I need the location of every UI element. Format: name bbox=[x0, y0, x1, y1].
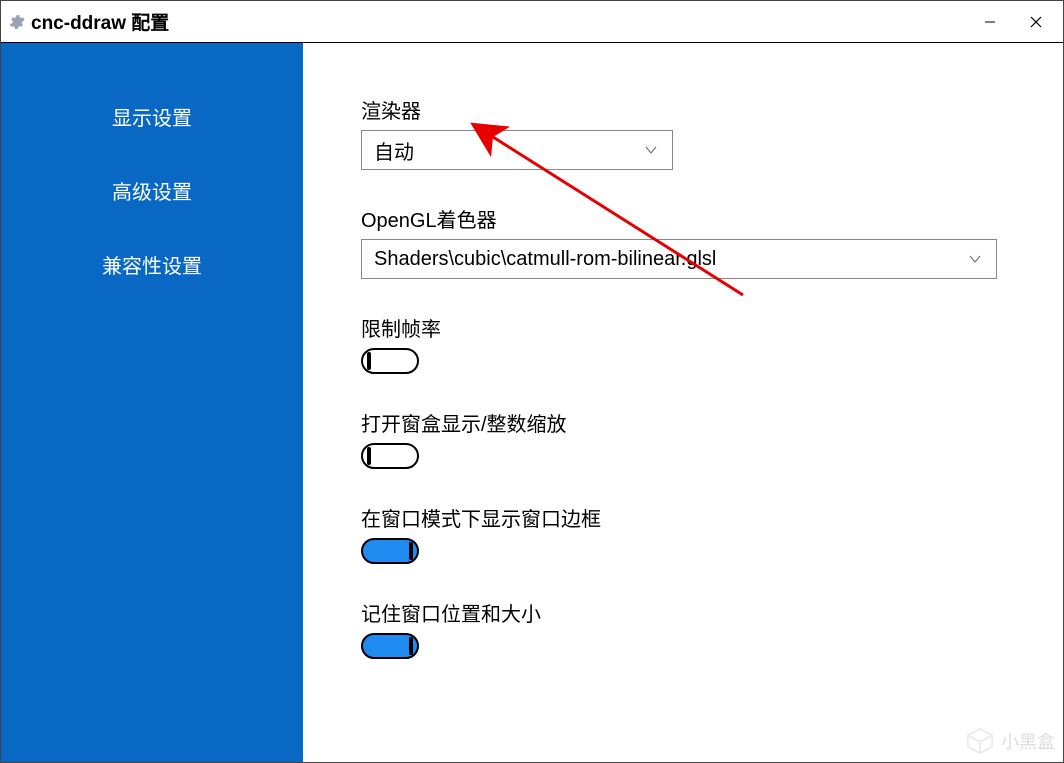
border-toggle[interactable] bbox=[361, 538, 419, 564]
shader-value: Shaders\cubic\catmull-rom-bilinear.glsl bbox=[374, 248, 716, 271]
chevron-down-icon bbox=[968, 252, 982, 266]
boxed-toggle[interactable] bbox=[361, 443, 419, 469]
field-fps-limit: 限制帧率 bbox=[361, 313, 1005, 374]
field-savepos: 记住窗口位置和大小 bbox=[361, 598, 1005, 659]
cube-icon bbox=[965, 726, 995, 756]
field-boxed: 打开窗盒显示/整数缩放 bbox=[361, 408, 1005, 469]
title-bar: cnc-ddraw 配置 bbox=[1, 1, 1063, 43]
sidebar-item-label: 高级设置 bbox=[112, 176, 192, 205]
chevron-down-icon bbox=[644, 143, 658, 157]
savepos-label: 记住窗口位置和大小 bbox=[361, 598, 1005, 627]
renderer-select[interactable]: 自动 bbox=[361, 130, 673, 170]
field-border: 在窗口模式下显示窗口边框 bbox=[361, 503, 1005, 564]
sidebar-item-label: 显示设置 bbox=[112, 102, 192, 131]
sidebar-item-label: 兼容性设置 bbox=[102, 250, 202, 279]
main-panel: 渲染器 自动 OpenGL着色器 Shaders\cubic\catmull-r… bbox=[303, 43, 1063, 762]
field-shader: OpenGL着色器 Shaders\cubic\catmull-rom-bili… bbox=[361, 204, 1005, 279]
window-title: cnc-ddraw 配置 bbox=[31, 8, 169, 35]
boxed-label: 打开窗盒显示/整数缩放 bbox=[361, 408, 1005, 437]
renderer-value: 自动 bbox=[374, 136, 414, 165]
sidebar-item-advanced[interactable]: 高级设置 bbox=[1, 153, 303, 227]
field-renderer: 渲染器 自动 bbox=[361, 95, 1005, 170]
gear-icon bbox=[7, 13, 25, 31]
app-window: cnc-ddraw 配置 显示设置 高级设置 兼容性设置 渲染器 bbox=[0, 0, 1064, 763]
shader-select[interactable]: Shaders\cubic\catmull-rom-bilinear.glsl bbox=[361, 239, 997, 279]
sidebar: 显示设置 高级设置 兼容性设置 bbox=[1, 43, 303, 762]
fps-limit-toggle[interactable] bbox=[361, 348, 419, 374]
window-controls bbox=[967, 6, 1059, 38]
minimize-button[interactable] bbox=[967, 6, 1013, 38]
watermark: 小黑盒 bbox=[965, 726, 1055, 756]
sidebar-item-compat[interactable]: 兼容性设置 bbox=[1, 227, 303, 301]
sidebar-item-display[interactable]: 显示设置 bbox=[1, 79, 303, 153]
fps-limit-label: 限制帧率 bbox=[361, 313, 1005, 342]
savepos-toggle[interactable] bbox=[361, 633, 419, 659]
shader-label: OpenGL着色器 bbox=[361, 204, 1005, 233]
border-label: 在窗口模式下显示窗口边框 bbox=[361, 503, 1005, 532]
watermark-text: 小黑盒 bbox=[1001, 728, 1055, 754]
renderer-label: 渲染器 bbox=[361, 95, 1005, 124]
close-button[interactable] bbox=[1013, 6, 1059, 38]
